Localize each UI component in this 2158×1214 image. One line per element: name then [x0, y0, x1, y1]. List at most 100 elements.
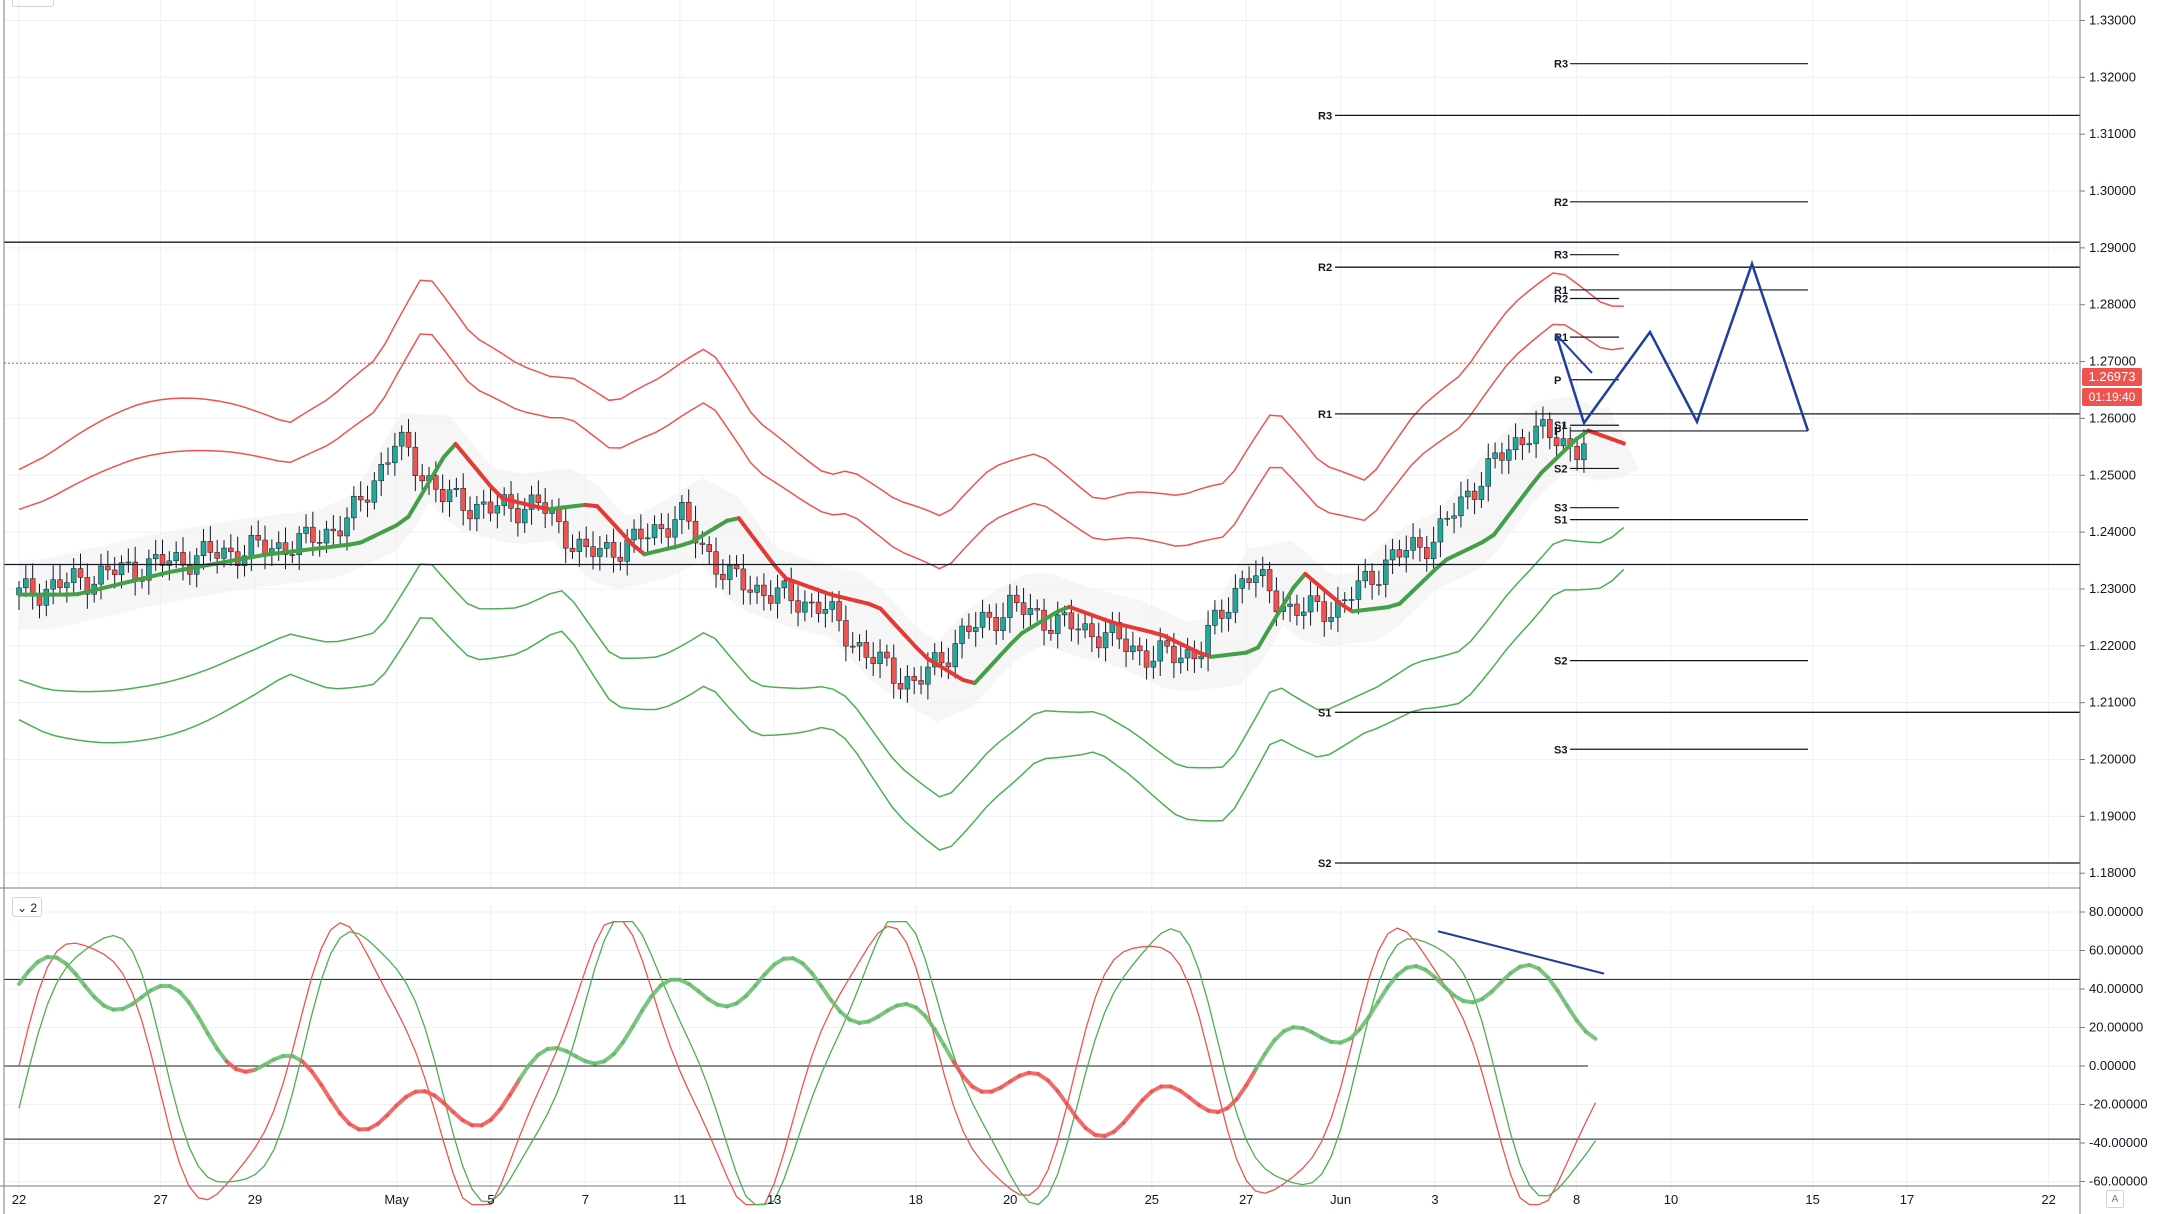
candle-body — [467, 510, 473, 520]
candle-body — [1082, 623, 1088, 631]
candle-body — [795, 600, 801, 613]
candle-body — [385, 462, 391, 465]
candle-body — [460, 488, 466, 511]
candle-body — [1376, 584, 1382, 586]
candle-body — [1362, 570, 1368, 582]
candle-body — [515, 508, 521, 524]
momentum-segment — [1574, 1018, 1589, 1034]
candle-body — [98, 565, 104, 585]
candle-body — [351, 495, 357, 519]
candle-body — [966, 625, 972, 632]
candle-body — [1560, 438, 1567, 447]
candle-body — [1444, 518, 1451, 520]
candle-body — [1225, 612, 1232, 619]
top-toolbar-stub[interactable] — [12, 0, 54, 7]
candle-body — [228, 547, 234, 553]
candle-body — [1068, 612, 1075, 630]
last-price-badge: 1.26973 — [2082, 368, 2142, 386]
candle-body — [1314, 595, 1321, 602]
candle-body — [959, 625, 965, 644]
candle-body — [1273, 590, 1280, 612]
price-tick-label: 1.29000 — [2089, 240, 2136, 255]
candle-body — [364, 499, 371, 503]
pane-collapse-toggle[interactable]: ⌄ 2 — [12, 897, 42, 917]
candle-body — [57, 579, 63, 588]
candle-body — [877, 651, 883, 664]
momentum-segment — [800, 961, 814, 976]
candle-body — [378, 463, 384, 482]
time-tick-label: 25 — [1145, 1192, 1159, 1207]
candle-body — [1424, 547, 1430, 560]
candle-body — [761, 584, 767, 596]
candle-body — [330, 528, 337, 532]
candle-body — [1451, 515, 1457, 519]
candle-body — [1465, 490, 1471, 498]
candle-body — [1348, 599, 1355, 601]
candle-body — [856, 642, 863, 647]
momentum-segment — [762, 962, 777, 977]
candle-body — [713, 551, 719, 575]
candle-body — [23, 578, 29, 589]
momentum-segment — [64, 961, 78, 976]
momentum-segment — [1130, 1098, 1145, 1114]
candle-body — [972, 627, 979, 632]
pivot-label: R3 — [1554, 59, 1568, 71]
candle-body — [781, 580, 788, 589]
candle-body — [398, 431, 405, 447]
time-tick-label: 22 — [2041, 1192, 2055, 1207]
candle-body — [1013, 594, 1020, 603]
upper-band-outer — [18, 272, 1624, 517]
pivot-label: R3 — [1554, 250, 1568, 262]
candle-body — [699, 542, 706, 545]
candle-body — [1266, 569, 1273, 592]
candle-body — [767, 595, 774, 604]
pivot-label: S3 — [1554, 503, 1567, 515]
candle-body — [446, 489, 453, 503]
candle-body — [1184, 649, 1191, 659]
candle-body — [1574, 446, 1580, 461]
momentum-segment — [526, 1052, 541, 1068]
candle-body — [1143, 650, 1150, 668]
candle-body — [337, 530, 343, 537]
time-tick-label: 22 — [12, 1192, 26, 1207]
trading-chart[interactable]: R3R2R1S1S2R3R2R1PS1S2S3R3R2R1PS1S2S3 1.3… — [0, 0, 2158, 1214]
momentum-segment — [1263, 1038, 1277, 1056]
candle-body — [1095, 636, 1102, 649]
candle-body — [200, 541, 207, 557]
candle-body — [583, 538, 589, 547]
candle-body — [1321, 601, 1327, 622]
momentum-segment — [640, 994, 654, 1013]
time-tick-label: 7 — [582, 1192, 589, 1207]
candle-body — [720, 573, 726, 580]
momentum-segment — [951, 1059, 965, 1079]
pivot-label: S2 — [1318, 858, 1331, 870]
candle-body — [1307, 595, 1314, 613]
candle-body — [1061, 612, 1068, 616]
momentum-segment — [73, 971, 88, 988]
price-tick-label: 1.27000 — [2089, 354, 2136, 369]
time-tick-label: 13 — [767, 1192, 781, 1207]
candle-body — [897, 683, 904, 690]
candle-body — [679, 501, 685, 520]
candle-body — [644, 537, 651, 540]
candle-body — [918, 680, 924, 685]
momentum-segment — [1555, 988, 1570, 1008]
candle-body — [979, 611, 986, 628]
momentum-segment — [489, 1107, 503, 1122]
time-tick-label: 27 — [153, 1192, 167, 1207]
candle-body — [904, 676, 911, 690]
momentum-segment — [186, 1000, 201, 1019]
candle-body — [36, 595, 43, 606]
momentum-segment — [498, 1092, 512, 1112]
oscillator-pane — [0, 887, 2080, 1206]
auto-scale-button[interactable]: A — [2106, 1190, 2124, 1208]
candle-body — [357, 495, 364, 501]
candle-body — [173, 552, 179, 562]
candle-body — [487, 501, 494, 514]
candle-body — [740, 568, 747, 591]
candle-body — [925, 666, 931, 685]
candle-body — [1212, 609, 1218, 626]
candle-body — [665, 528, 671, 538]
candle-body — [125, 561, 132, 564]
candle-body — [1205, 625, 1211, 657]
